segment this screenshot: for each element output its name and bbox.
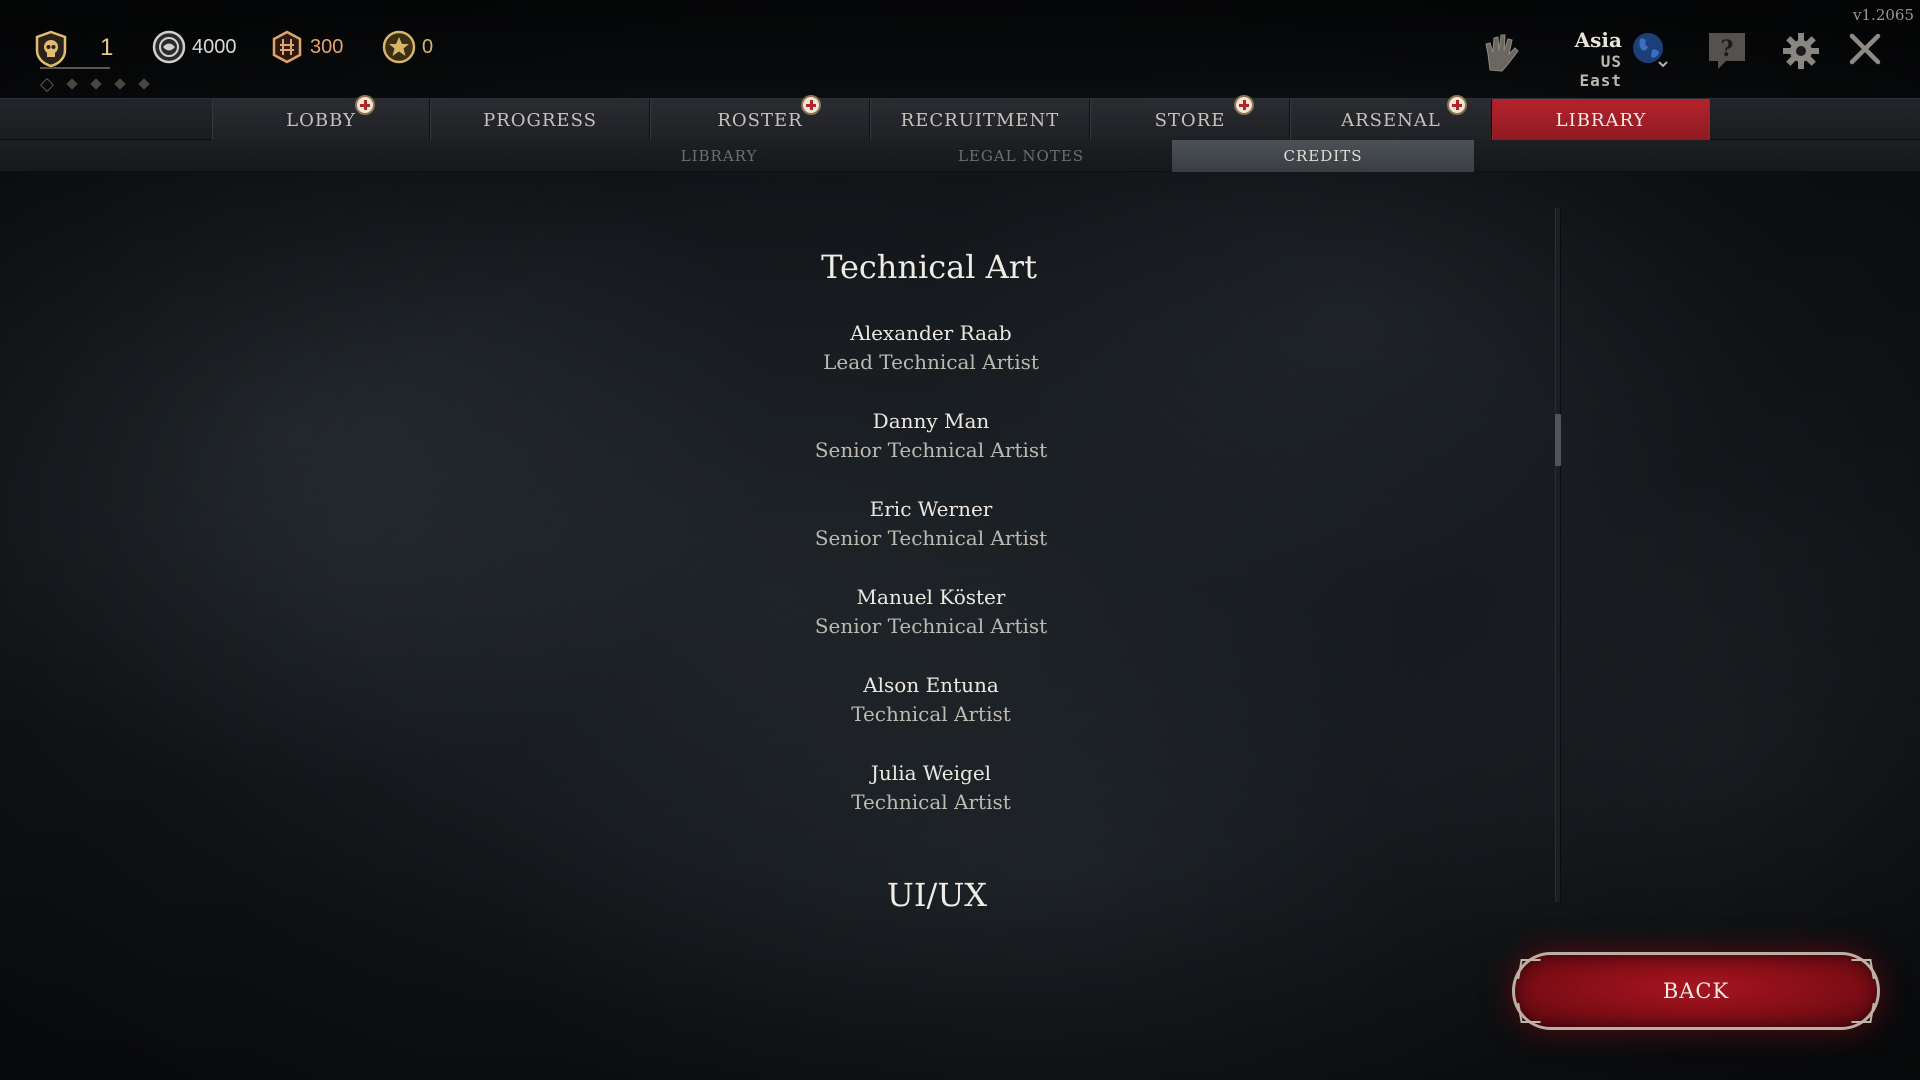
credit-entry: Alson Entuna Technical Artist: [731, 670, 1131, 728]
gold-medal-icon: [382, 30, 416, 64]
currency-bronze[interactable]: 300: [270, 30, 343, 64]
sub-nav-tabs: LIBRARY LEGAL NOTES CREDITS: [568, 140, 1474, 172]
credit-role: Senior Technical Artist: [814, 614, 1048, 638]
version-label: v1.2065: [1853, 6, 1914, 24]
tab-recruitment[interactable]: RECRUITMENT: [870, 99, 1090, 141]
credit-role: Senior Technical Artist: [814, 526, 1048, 550]
credits-scrollbar-track[interactable]: [1555, 208, 1561, 902]
region-name: Asia: [1574, 28, 1622, 52]
notification-plus-icon: [801, 95, 821, 115]
top-hud: 1 4000 300 0 v1.2065 Asia US East ?: [0, 0, 1920, 98]
subtab-legal-notes[interactable]: LEGAL NOTES: [870, 140, 1172, 172]
svg-text:?: ?: [1721, 36, 1734, 62]
credit-entry: Alexander Raab Lead Technical Artist: [731, 318, 1131, 376]
section-title: UI/UX: [886, 876, 988, 910]
ornament-corner: [1517, 1003, 1541, 1023]
region-selector[interactable]: Asia US East: [1550, 28, 1622, 90]
back-button-label: BACK: [1662, 979, 1730, 1003]
help-icon[interactable]: ?: [1706, 30, 1748, 72]
credit-name: Julia Weigel: [870, 761, 992, 785]
back-button[interactable]: BACK: [1512, 952, 1880, 1030]
notification-plus-icon: [1447, 95, 1467, 115]
subtab-label: CREDITS: [1283, 147, 1363, 165]
bronze-amount: 300: [310, 35, 344, 58]
notification-plus-icon: [1234, 95, 1254, 115]
bronze-shard-icon: [272, 30, 302, 64]
tab-label: ARSENAL: [1341, 109, 1441, 131]
tab-label: PROGRESS: [483, 109, 597, 131]
credit-entry: Julia Weigel Technical Artist: [731, 758, 1131, 816]
region-server: US East: [1579, 52, 1622, 90]
main-nav-tabs: LOBBY PROGRESS ROSTER RECRUITMENT STORE …: [212, 95, 1710, 141]
tab-roster[interactable]: ROSTER: [650, 95, 870, 141]
iron-coin-icon: [152, 30, 186, 64]
credits-scroll-area[interactable]: Technical Art Alexander Raab Lead Techni…: [0, 170, 1860, 910]
ornament-corner: [1851, 959, 1875, 979]
credit-name: Manuel Köster: [856, 585, 1006, 609]
tab-label: ROSTER: [717, 109, 803, 131]
main-nav: LOBBY PROGRESS ROSTER RECRUITMENT STORE …: [0, 95, 1920, 141]
currency-gold[interactable]: 0: [382, 30, 433, 64]
ornament-corner: [1851, 1003, 1875, 1023]
credit-name: Danny Man: [872, 409, 990, 433]
credit-entry: Manuel Köster Senior Technical Artist: [731, 582, 1131, 640]
currency-iron[interactable]: 4000: [152, 30, 237, 64]
credit-name: Alexander Raab: [850, 321, 1012, 345]
credit-entry: Eric Werner Senior Technical Artist: [731, 494, 1131, 552]
iron-amount: 4000: [192, 35, 237, 58]
notification-plus-icon: [355, 95, 375, 115]
tab-store[interactable]: STORE: [1090, 95, 1290, 141]
tab-label: STORE: [1154, 109, 1226, 131]
credit-name: Alson Entuna: [863, 673, 999, 697]
subtab-label: LEGAL NOTES: [957, 147, 1085, 165]
hand-icon[interactable]: [1482, 30, 1522, 74]
tab-label: LOBBY: [286, 109, 356, 131]
close-icon[interactable]: [1848, 32, 1882, 66]
sub-nav: LIBRARY LEGAL NOTES CREDITS: [0, 140, 1920, 172]
tab-label: LIBRARY: [1555, 109, 1647, 131]
subtab-library[interactable]: LIBRARY: [568, 140, 870, 172]
globe-icon[interactable]: [1630, 30, 1668, 68]
tab-arsenal[interactable]: ARSENAL: [1290, 95, 1492, 141]
credit-name: Eric Werner: [869, 497, 993, 521]
tab-label: RECRUITMENT: [900, 109, 1060, 131]
tab-library[interactable]: LIBRARY: [1492, 99, 1710, 141]
gear-icon[interactable]: [1782, 32, 1820, 70]
credit-role: Senior Technical Artist: [814, 438, 1048, 462]
credit-entry: Danny Man Senior Technical Artist: [731, 406, 1131, 464]
credits-scrollbar-thumb[interactable]: [1555, 414, 1561, 466]
rank-skull-shield-icon[interactable]: [34, 30, 68, 68]
tab-progress[interactable]: PROGRESS: [430, 99, 650, 141]
rank-progress-line: [40, 67, 110, 69]
tab-lobby[interactable]: LOBBY: [212, 95, 430, 141]
rank-progress-dots: [39, 77, 150, 93]
ornament-corner: [1517, 959, 1541, 979]
gold-amount: 0: [422, 35, 434, 58]
credit-role: Lead Technical Artist: [823, 350, 1039, 374]
credit-role: Technical Artist: [851, 702, 1011, 726]
section-title: Technical Art: [821, 248, 1037, 286]
credit-role: Technical Artist: [851, 790, 1011, 814]
subtab-label: LIBRARY: [680, 147, 758, 165]
subtab-credits[interactable]: CREDITS: [1172, 140, 1474, 172]
rank-level: 1: [100, 34, 114, 61]
